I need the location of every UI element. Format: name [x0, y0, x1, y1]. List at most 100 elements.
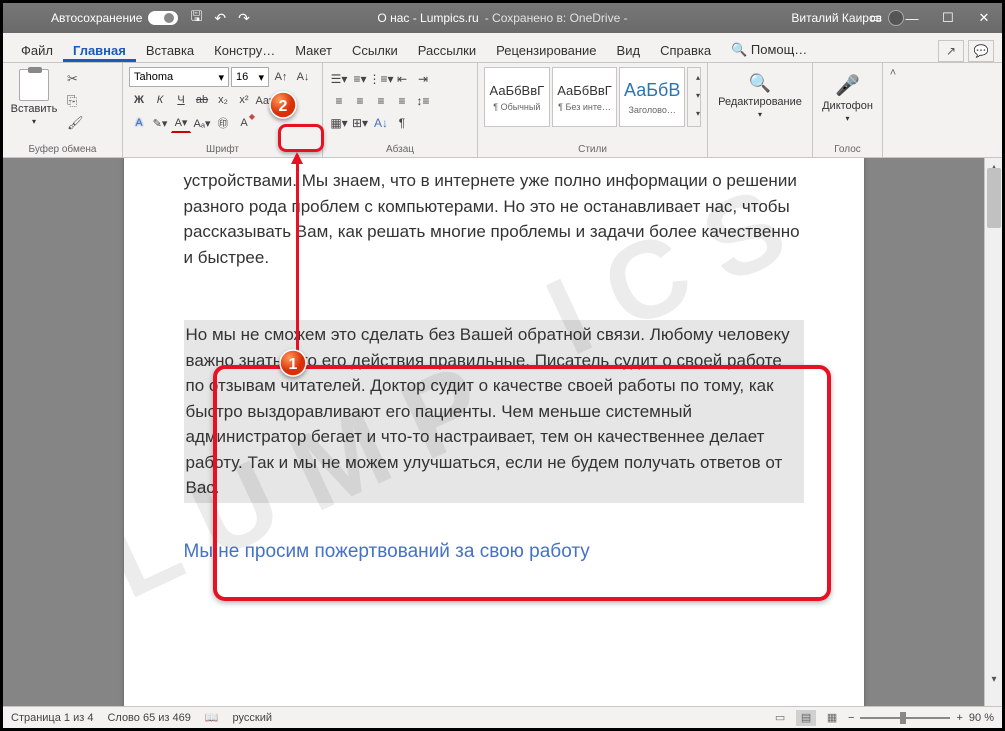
tab-mail[interactable]: Рассылки [408, 37, 486, 62]
style-nospacing[interactable]: АаБбВвГ ¶ Без инте… [552, 67, 618, 127]
shading-button[interactable]: ▦▾ [329, 113, 349, 133]
char-shading-button[interactable]: Aₐ▾ [192, 113, 212, 133]
web-layout-icon[interactable]: ▦ [822, 710, 842, 726]
superscript-button[interactable]: x² [234, 90, 254, 110]
copy-icon[interactable]: ⎘ [67, 93, 84, 109]
tab-search[interactable]: 🔍 Помощ… [721, 36, 817, 62]
scroll-down-icon[interactable]: ▾ [985, 670, 1002, 688]
autosave-label: Автосохранение [51, 11, 142, 25]
autosave-toggle[interactable] [148, 11, 178, 25]
tab-help[interactable]: Справка [650, 37, 721, 62]
tab-view[interactable]: Вид [607, 37, 651, 62]
shrink-font-icon[interactable]: A↓ [293, 67, 313, 87]
zoom-slider[interactable] [860, 717, 950, 719]
save-icon[interactable]: 🖫 [190, 6, 202, 30]
align-center-button[interactable]: ≡ [350, 91, 370, 111]
print-layout-icon[interactable]: ▤ [796, 710, 816, 726]
grow-font-icon[interactable]: A↑ [271, 67, 291, 87]
close-icon[interactable]: ✕ [966, 3, 1002, 33]
tab-review[interactable]: Рецензирование [486, 37, 606, 62]
font-color-button[interactable]: A▾ [171, 113, 191, 133]
ribbon: Вставить ▾ ✂ ⎘ 🖌 Буфер обмена Tahoma▾ 16… [3, 63, 1002, 158]
italic-button[interactable]: К [150, 90, 170, 110]
styles-group: АаБбВвГ ¶ Обычный АаБбВвГ ¶ Без инте… Аа… [478, 63, 708, 157]
enclose-button[interactable]: ㊞ [213, 113, 233, 133]
dec-indent-button[interactable]: ⇤ [392, 69, 412, 89]
cut-icon[interactable]: ✂ [67, 71, 84, 87]
bold-button[interactable]: Ж [129, 90, 149, 110]
clipboard-icon [19, 69, 49, 101]
para-label: Абзац [329, 142, 471, 155]
document-area: L U M P I C S устройствами. Мы знаем, чт… [3, 158, 1002, 706]
dictate-button[interactable]: 🎤 Диктофон ▾ [819, 67, 876, 123]
bullets-button[interactable]: ☰▾ [329, 69, 349, 89]
font-combo[interactable]: Tahoma▾ [129, 67, 229, 87]
tab-design[interactable]: Констру… [204, 37, 285, 62]
titlebar: Автосохранение 🖫 ↶ ↷ О нас - Lumpics.ru … [3, 3, 1002, 33]
styles-up-icon[interactable]: ▴ [688, 68, 708, 86]
clear-format-button[interactable]: A [276, 90, 296, 110]
styles-more-icon[interactable]: ▾ [688, 104, 708, 122]
read-mode-icon[interactable]: ▭ [770, 710, 790, 726]
tab-layout[interactable]: Макет [285, 37, 342, 62]
style-heading1[interactable]: АаБбВ Заголово… [619, 67, 685, 127]
edit-group: 🔍 Редактирование ▾ [708, 63, 813, 157]
editing-button[interactable]: 🔍 Редактирование ▾ [714, 67, 806, 119]
numbering-button[interactable]: ≡▾ [350, 69, 370, 89]
language-status[interactable]: русский [233, 712, 272, 724]
clipboard-label: Буфер обмена [9, 142, 116, 155]
ribbon-opts-icon[interactable]: ▭ [858, 3, 894, 33]
format-painter-icon[interactable]: 🖌 [67, 115, 84, 131]
change-case-button[interactable]: Aa▾ [255, 90, 275, 110]
font-label: Шрифт [129, 142, 316, 155]
phonetic-button[interactable]: A◆ [234, 113, 254, 133]
show-marks-button[interactable]: ¶ [392, 113, 412, 133]
word-count[interactable]: Слово 65 из 469 [107, 712, 190, 724]
tab-insert[interactable]: Вставка [136, 37, 204, 62]
collapse-ribbon-icon[interactable]: ˄ [890, 67, 896, 79]
paragraph-group: ☰▾ ≡▾ ⋮≡▾ ⇤ ⇥ ≡ ≡ ≡ ≡ ↕≡ ▦▾ ⊞▾ A↓ ¶ Абза… [323, 63, 478, 157]
paste-button[interactable]: Вставить ▾ [9, 67, 59, 137]
tab-home[interactable]: Главная [63, 37, 136, 62]
statusbar: Страница 1 из 4 Слово 65 из 469 📖 русски… [3, 706, 1002, 728]
styles-down-icon[interactable]: ▾ [688, 86, 708, 104]
ribbon-tabs: Файл Главная Вставка Констру… Макет Ссыл… [3, 33, 1002, 63]
borders-button[interactable]: ⊞▾ [350, 113, 370, 133]
strike-button[interactable]: ab [192, 90, 212, 110]
align-right-button[interactable]: ≡ [371, 91, 391, 111]
page[interactable]: L U M P I C S устройствами. Мы знаем, чт… [124, 158, 864, 706]
tab-refs[interactable]: Ссылки [342, 37, 408, 62]
subscript-button[interactable]: x₂ [213, 90, 233, 110]
voice-group: 🎤 Диктофон ▾ Голос [813, 63, 883, 157]
comments-icon[interactable]: 💬 [968, 40, 994, 62]
spellcheck-icon[interactable]: 📖 [205, 711, 219, 724]
size-combo[interactable]: 16▾ [231, 67, 269, 87]
multilevel-button[interactable]: ⋮≡▾ [371, 69, 391, 89]
inc-indent-button[interactable]: ⇥ [413, 69, 433, 89]
minimize-icon[interactable]: — [894, 3, 930, 33]
justify-button[interactable]: ≡ [392, 91, 412, 111]
line-spacing-button[interactable]: ↕≡ [413, 91, 433, 111]
heading: Мы не просим пожертвований за свою работ… [184, 541, 804, 563]
clipboard-group: Вставить ▾ ✂ ⎘ 🖌 Буфер обмена [3, 63, 123, 157]
undo-icon[interactable]: ↶ [214, 10, 226, 27]
scroll-thumb[interactable] [987, 168, 1001, 228]
text-effects-button[interactable]: A [129, 113, 149, 133]
highlight-button[interactable]: ✎▾ [150, 113, 170, 133]
zoom-out-icon[interactable]: − [848, 712, 854, 724]
sort-button[interactable]: A↓ [371, 113, 391, 133]
tab-file[interactable]: Файл [11, 37, 63, 62]
share-icon[interactable]: ↗ [938, 40, 964, 62]
paragraph-2-selected: Но мы не сможем это сделать без Вашей об… [184, 320, 804, 503]
vertical-scrollbar[interactable]: ▴ ▾ [984, 158, 1002, 706]
underline-button[interactable]: Ч [171, 90, 191, 110]
paragraph-1: устройствами. Мы знаем, что в интернете … [184, 168, 804, 270]
zoom-level[interactable]: 90 % [969, 712, 994, 724]
zoom-in-icon[interactable]: + [956, 712, 962, 724]
style-normal[interactable]: АаБбВвГ ¶ Обычный [484, 67, 550, 127]
align-left-button[interactable]: ≡ [329, 91, 349, 111]
page-status[interactable]: Страница 1 из 4 [11, 712, 93, 724]
redo-icon[interactable]: ↷ [238, 10, 250, 27]
styles-label: Стили [484, 142, 701, 155]
maximize-icon[interactable]: ☐ [930, 3, 966, 33]
